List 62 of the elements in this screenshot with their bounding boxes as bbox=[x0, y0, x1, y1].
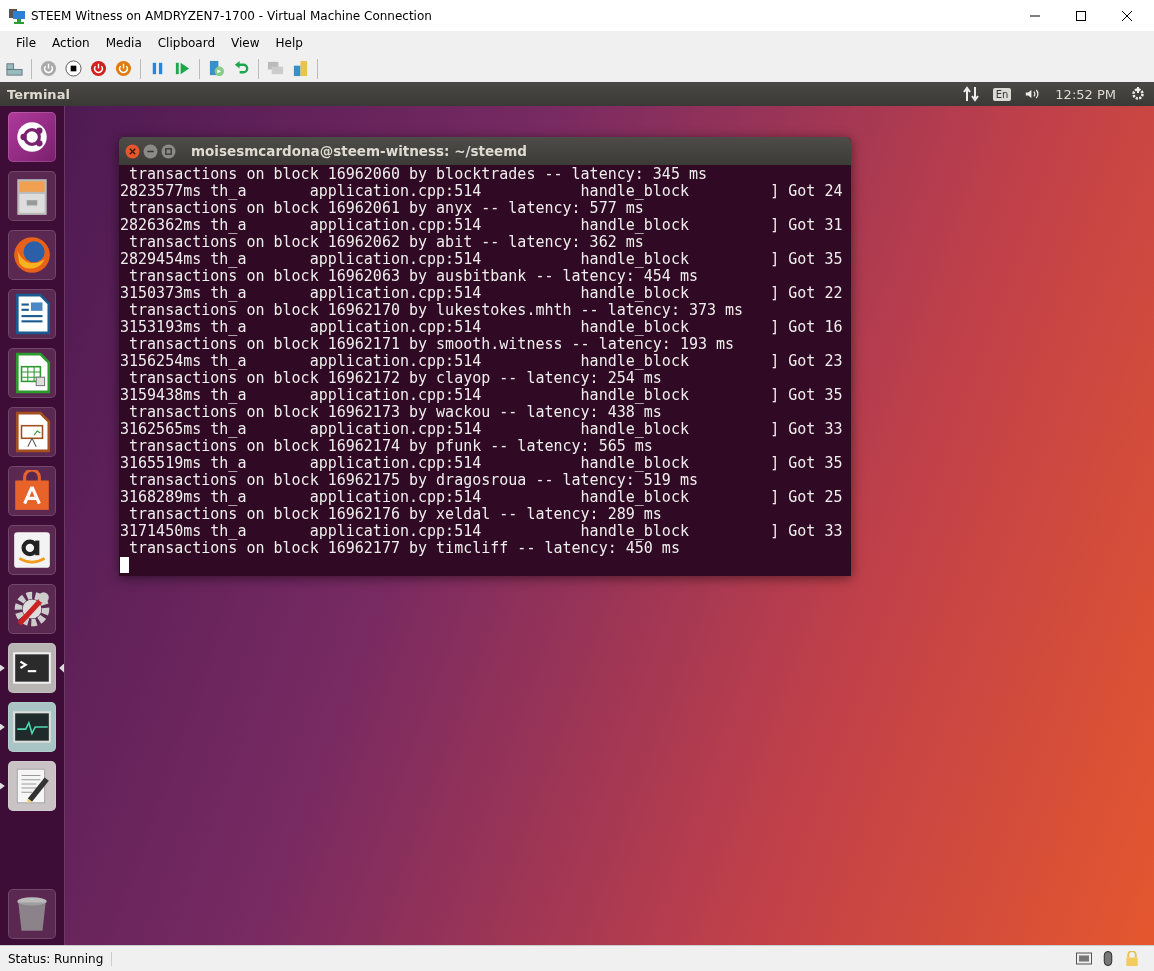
settings-icon[interactable] bbox=[1130, 86, 1146, 102]
terminal-line: transactions on block 16962171 by smooth.witness -- latency: 193 ms bbox=[128, 336, 736, 353]
menu-item[interactable]: File bbox=[8, 36, 45, 50]
menu-item[interactable]: Help bbox=[267, 36, 311, 50]
keyboard-icon[interactable] bbox=[1076, 951, 1092, 966]
terminal-line: 3159438ms th_a application.cpp:514 handle_block ] Got 35 bbox=[120, 387, 844, 404]
keyboard-layout-indicator[interactable]: En bbox=[992, 87, 1012, 101]
terminal-line: transactions on block 16962174 by pfunk -- latency: 565 ms bbox=[128, 438, 653, 455]
terminal-line: 3156254ms th_a application.cpp:514 handle_block ] Got 23 bbox=[120, 353, 844, 370]
launcher-item[interactable] bbox=[7, 230, 57, 280]
launcher-item[interactable] bbox=[7, 761, 57, 811]
terminal-line: transactions on block 16962175 by dragosroua -- latency: 519 ms bbox=[128, 472, 699, 489]
terminal-line: 2829454ms th_a application.cpp:514 handle_block ] Got 35 bbox=[120, 251, 844, 268]
terminal-line: transactions on block 16962173 by wackou -- latency: 438 ms bbox=[128, 404, 662, 421]
terminal-line: transactions on block 16962060 by blocktrades -- latency: 345 ms bbox=[128, 166, 708, 183]
launcher-item[interactable] bbox=[7, 643, 57, 693]
text-cursor bbox=[120, 557, 129, 573]
terminal-line: transactions on block 16962177 by timcliff -- latency: 450 ms bbox=[128, 540, 680, 557]
terminal-line: 3150373ms th_a application.cpp:514 handle_block ] Got 22 bbox=[120, 285, 844, 302]
window-title: STEEM Witness on AMDRYZEN7-1700 - Virtual Machine Connection bbox=[31, 8, 433, 23]
terminal-line: transactions on block 16962062 by abit -- latency: 362 ms bbox=[128, 234, 644, 251]
status-text: Status: Running bbox=[0, 951, 113, 966]
launcher-item[interactable] bbox=[7, 112, 57, 162]
launcher-item[interactable] bbox=[7, 348, 57, 398]
terminal-line: transactions on block 16962172 by clayop -- latency: 254 ms bbox=[128, 370, 662, 387]
launcher-item[interactable] bbox=[7, 702, 57, 752]
terminal-line: transactions on block 16962176 by xeldal -- latency: 289 ms bbox=[128, 506, 662, 523]
menu-item[interactable]: Clipboard bbox=[149, 36, 224, 50]
launcher-item[interactable] bbox=[7, 407, 57, 457]
network-arrows-icon[interactable] bbox=[962, 86, 979, 102]
terminal-title: moisesmcardona@steem-witness: ~/steemd bbox=[191, 143, 527, 159]
terminal-line: transactions on block 16962061 by anyx -- latency: 577 ms bbox=[128, 200, 644, 217]
resume-icon[interactable] bbox=[174, 60, 191, 77]
monitor-icon bbox=[8, 7, 26, 24]
close-button[interactable] bbox=[1122, 10, 1132, 21]
checkpoint-icon[interactable] bbox=[208, 60, 225, 77]
shutdown-icon[interactable] bbox=[90, 60, 107, 77]
terminal-line: 2826362ms th_a application.cpp:514 handle_block ] Got 31 bbox=[120, 217, 844, 234]
launcher-item[interactable] bbox=[7, 466, 57, 516]
launcher-item[interactable] bbox=[7, 171, 57, 221]
menu-item[interactable]: View bbox=[223, 36, 268, 50]
terminal-line: 3165519ms th_a application.cpp:514 handle_block ] Got 35 bbox=[120, 455, 844, 472]
terminal-line: transactions on block 16962170 by lukestokes.mhth -- latency: 373 ms bbox=[128, 302, 745, 319]
fox-globe-icon bbox=[11, 234, 53, 276]
terminal-line: 3168289ms th_a application.cpp:514 handle_block ] Got 25 bbox=[120, 489, 844, 506]
terminal-line: transactions on block 16962063 by ausbitbank -- latency: 454 ms bbox=[128, 268, 699, 285]
terminal-line: 3171450ms th_a application.cpp:514 handle_block ] Got 33 bbox=[120, 523, 844, 540]
app-title: Terminal bbox=[6, 86, 71, 102]
minimize-button[interactable] bbox=[143, 143, 158, 159]
launcher-item[interactable] bbox=[7, 525, 57, 575]
terminal-line: 3162565ms th_a application.cpp:514 handle_block ] Got 33 bbox=[120, 421, 844, 438]
trash-launcher-item[interactable] bbox=[7, 889, 57, 939]
menu-item[interactable]: Action bbox=[44, 36, 98, 50]
terminal-line: 2823577ms th_a application.cpp:514 handle_block ] Got 24 bbox=[120, 183, 844, 200]
terminal-line: 3153193ms th_a application.cpp:514 handle_block ] Got 16 bbox=[120, 319, 844, 336]
launcher-item[interactable] bbox=[7, 584, 57, 634]
stop-icon[interactable] bbox=[65, 60, 82, 77]
menu-item[interactable]: Media bbox=[97, 36, 150, 50]
clock[interactable]: 12:52 PM bbox=[1055, 86, 1116, 102]
power-icon[interactable] bbox=[115, 60, 132, 77]
launcher-item[interactable] bbox=[7, 289, 57, 339]
maximize-button[interactable] bbox=[1076, 10, 1086, 21]
